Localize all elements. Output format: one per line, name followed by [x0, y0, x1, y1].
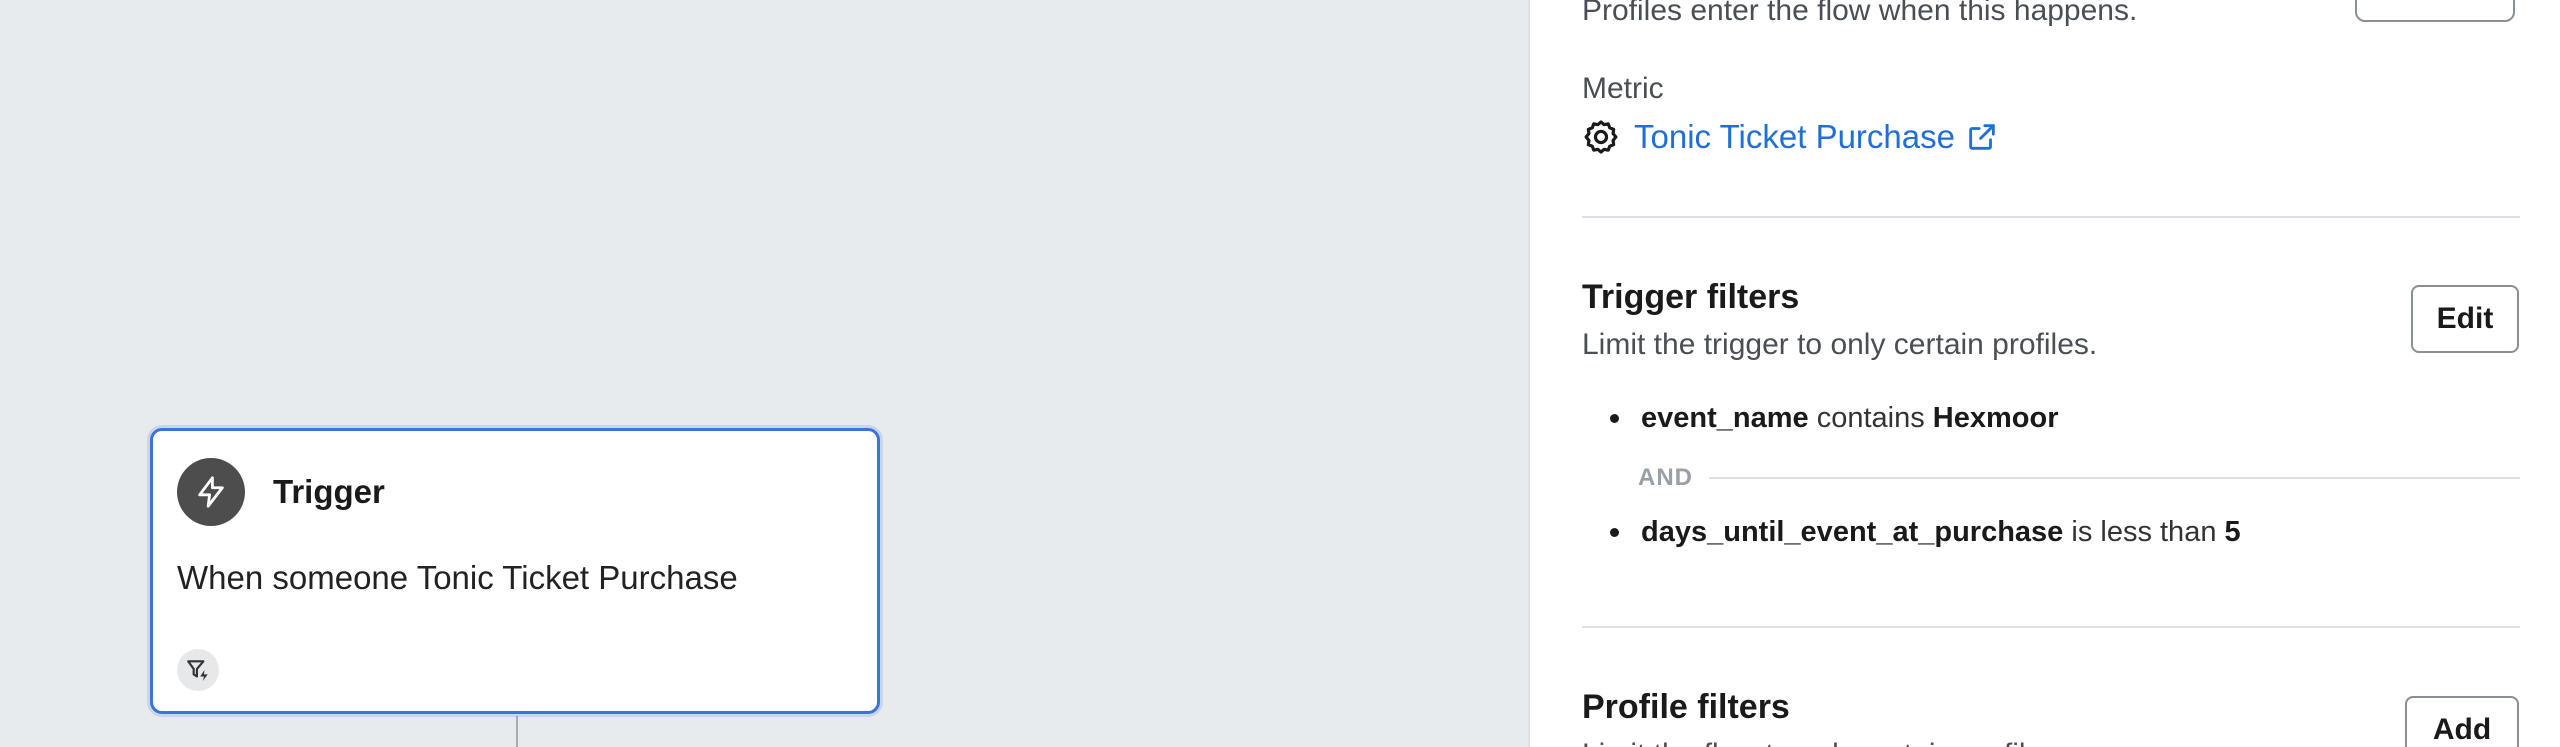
profile-filters-description: Limit the flow to only certain profiles.: [1582, 738, 2066, 747]
and-line: [1709, 477, 2520, 479]
flow-canvas[interactable]: Trigger When someone Tonic Ticket Purcha…: [0, 0, 1528, 747]
gear-icon: [1584, 120, 1618, 154]
and-separator: AND: [1638, 462, 2520, 494]
edit-trigger-filters-button[interactable]: Edit: [2411, 285, 2519, 353]
and-label: AND: [1638, 464, 1693, 491]
add-profile-filter-button[interactable]: Add: [2405, 696, 2519, 747]
filter-condition: event_name contains Hexmoor: [1610, 402, 2059, 435]
trigger-settings-panel: Profiles enter the flow when this happen…: [1528, 0, 2560, 747]
profile-filters-title: Profile filters: [1582, 688, 1790, 726]
external-link-icon[interactable]: [1965, 120, 1999, 154]
bullet: [1610, 414, 1619, 423]
trigger-filters-title: Trigger filters: [1582, 278, 1800, 316]
metric-label: Metric: [1582, 72, 1664, 105]
metric-link[interactable]: Tonic Ticket Purchase: [1634, 118, 1955, 156]
condition-value: Hexmoor: [1932, 402, 2059, 434]
lightning-icon: [177, 458, 245, 526]
trigger-filters-description: Limit the trigger to only certain profil…: [1582, 328, 2098, 361]
section-divider: [1582, 626, 2520, 628]
trigger-change-button[interactable]: [2355, 0, 2515, 22]
condition-operator: is less than: [2071, 516, 2217, 548]
condition-field: days_until_event_at_purchase: [1641, 516, 2064, 548]
condition-field: event_name: [1641, 402, 1809, 434]
trigger-description: When someone Tonic Ticket Purchase: [177, 559, 738, 596]
trigger-card[interactable]: Trigger When someone Tonic Ticket Purcha…: [150, 428, 880, 714]
condition-operator: contains: [1816, 402, 1925, 434]
trigger-title: Trigger: [273, 473, 385, 510]
flow-connector: [516, 716, 518, 747]
bullet: [1610, 528, 1619, 537]
trigger-section-description: Profiles enter the flow when this happen…: [1582, 0, 2138, 27]
condition-value: 5: [2224, 516, 2241, 548]
section-divider: [1582, 216, 2520, 218]
filter-lightning-icon: [177, 649, 219, 691]
metric-row: Tonic Ticket Purchase: [1582, 118, 1999, 156]
filter-condition: days_until_event_at_purchase is less tha…: [1610, 516, 2241, 549]
